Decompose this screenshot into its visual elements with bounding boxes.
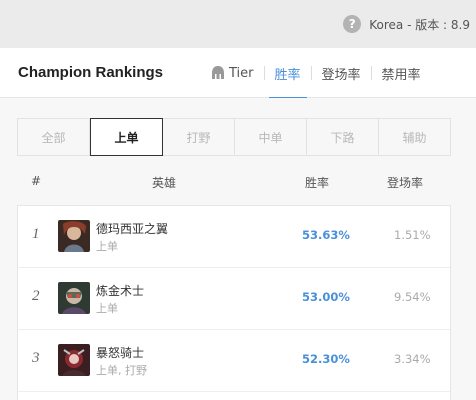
table-row[interactable]: 1 德玛西亚之翼 上单 53.63% 1.51%	[18, 206, 450, 268]
tab-winrate-label: 胜率	[274, 67, 301, 83]
tab-pickrate-label: 登场率	[321, 67, 361, 83]
column-pickrate[interactable]: 登场率	[387, 174, 423, 191]
winrate-value: 52.30%	[302, 352, 350, 366]
filter-mid[interactable]: 中单	[235, 119, 307, 155]
table-row[interactable]: 2 炼金术士 上单 53.00% 9.54%	[18, 268, 450, 330]
column-champion: 英雄	[152, 176, 177, 190]
top-bar: ? Korea - 版本 : 8.9	[0, 0, 476, 48]
page-title: Champion Rankings	[18, 64, 164, 81]
pickrate-value: 1.51%	[394, 228, 431, 242]
helmet-icon	[212, 66, 224, 79]
position-filter: 全部 上单 打野 中单 下路 辅助	[17, 118, 451, 156]
ranking-tabs: Tier 胜率 登场率 禁用率	[200, 48, 431, 99]
table-header: # 英雄 胜率 登场率	[17, 168, 451, 196]
region-version-label: Korea - 版本 : 8.9	[369, 17, 470, 32]
column-winrate[interactable]: 胜率	[305, 174, 329, 191]
rank-number: 2	[32, 288, 40, 304]
tab-banrate[interactable]: 禁用率	[372, 48, 431, 98]
champion-name[interactable]: 暴怒骑士	[96, 344, 144, 361]
region-version[interactable]: ? Korea - 版本 : 8.9	[343, 15, 470, 33]
filter-jungle[interactable]: 打野	[163, 119, 235, 155]
champion-positions: 上单	[96, 302, 118, 315]
champion-positions: 上单	[96, 240, 118, 253]
filter-top[interactable]: 上单	[90, 118, 163, 156]
rankings-panel: 全部 上单 打野 中单 下路 辅助 # 英雄 胜率 登场率 1 德玛西亚之翼 上…	[0, 98, 476, 400]
champion-name[interactable]: 德玛西亚之翼	[96, 220, 168, 237]
tab-tier-label: Tier	[229, 65, 254, 81]
winrate-value: 53.00%	[302, 290, 350, 304]
rankings-header: Champion Rankings Tier 胜率 登场率 禁用率	[0, 48, 476, 99]
filter-support[interactable]: 辅助	[379, 119, 450, 155]
champion-positions: 上单, 打野	[96, 364, 147, 377]
filter-all[interactable]: 全部	[18, 119, 90, 155]
pickrate-value: 9.54%	[394, 290, 431, 304]
filter-bottom[interactable]: 下路	[307, 119, 379, 155]
champion-avatar	[58, 282, 90, 314]
champion-avatar	[58, 344, 90, 376]
champion-table: 1 德玛西亚之翼 上单 53.63% 1.51% 2 炼金术士 上单 53.00…	[17, 205, 451, 400]
help-icon[interactable]: ?	[343, 15, 362, 33]
column-rank: #	[31, 174, 42, 188]
rank-number: 1	[32, 226, 40, 242]
tab-pickrate[interactable]: 登场率	[312, 48, 371, 98]
tab-winrate[interactable]: 胜率	[265, 48, 311, 99]
table-row[interactable]: 3 暴怒骑士 上单, 打野 52.30% 3.34%	[18, 330, 450, 392]
champion-name[interactable]: 炼金术士	[96, 282, 144, 299]
pickrate-value: 3.34%	[394, 352, 431, 366]
rank-number: 3	[32, 350, 40, 366]
tab-tier[interactable]: Tier	[200, 48, 264, 98]
winrate-value: 53.63%	[302, 228, 350, 242]
champion-avatar	[58, 220, 90, 252]
tab-banrate-label: 禁用率	[381, 67, 421, 83]
